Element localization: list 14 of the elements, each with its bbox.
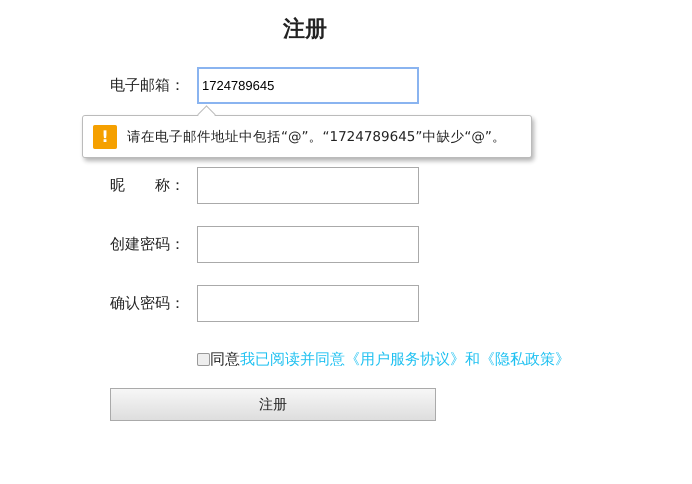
agree-checkbox[interactable]: [197, 353, 210, 366]
input-field[interactable]: 1724789645: [197, 67, 419, 104]
tooltip-message: 请在电子邮件地址中包括“@”。“1724789645”中缺少“@”。: [127, 128, 506, 146]
field-label: 确认密码：: [110, 294, 186, 313]
input-field[interactable]: [197, 226, 419, 263]
register-button[interactable]: 注册: [110, 388, 436, 421]
field-label: 昵 称：: [110, 176, 186, 195]
input-field[interactable]: [197, 167, 419, 204]
field-label: 电子邮箱：: [110, 76, 186, 95]
field-label: 创建密码：: [110, 235, 186, 254]
warning-icon: !: [93, 124, 117, 148]
input-field[interactable]: [197, 285, 419, 322]
agreement-text: 同意我已阅读并同意《用户服务协议》和《隐私政策》: [210, 350, 570, 369]
page-title: 注册: [283, 16, 327, 44]
